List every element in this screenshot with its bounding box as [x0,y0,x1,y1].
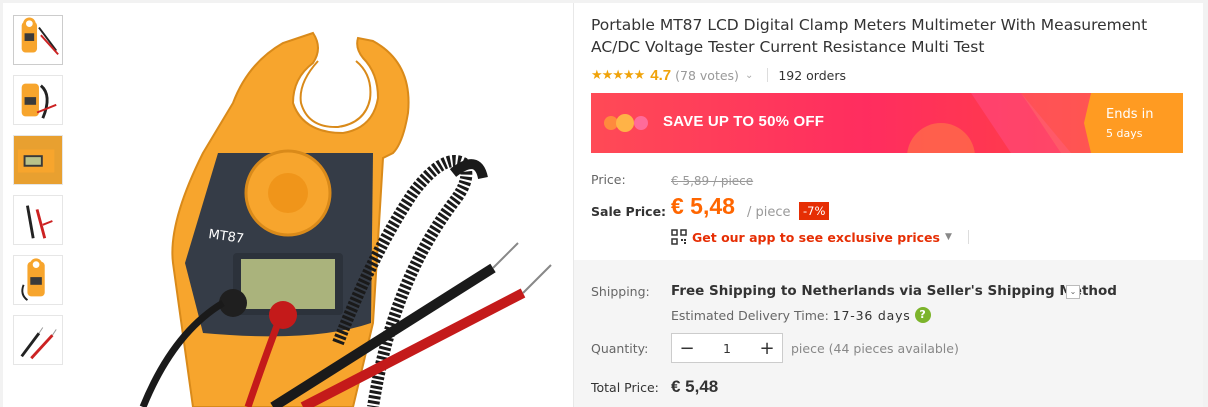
thumbnail-5[interactable] [13,255,63,305]
orders-count: 192 orders [778,67,847,83]
divider [967,230,969,244]
rating-value: 4.7 [650,66,672,84]
quantity-stepper: − 1 + [671,333,783,363]
votes-link[interactable]: (78 votes) [675,68,739,83]
per-piece-unit: / piece [747,205,791,220]
shipping-method[interactable]: Free Shipping to Netherlands via Seller'… [671,283,1117,299]
increase-button[interactable]: + [752,338,782,359]
delivery-days: 17-36 days [832,307,911,323]
divider [767,68,769,82]
countdown-panel [1084,93,1183,153]
promo-banner[interactable]: SAVE UP TO 50% OFF Ends in 5 days [591,93,1183,153]
sale-price: € 5,48 [671,193,735,219]
product-info: Portable MT87 LCD Digital Clamp Meters M… [574,3,1203,407]
shipping-label: Shipping: [591,284,650,299]
help-icon[interactable]: ? [914,307,931,323]
app-promo-row[interactable]: Get our app to see exclusive prices ▼ [671,229,969,245]
delivery-estimate-label: Estimated Delivery Time: [671,307,829,323]
availability-text: piece (44 pieces available) [791,341,959,356]
delivery-estimate: Estimated Delivery Time: 17-36 days ? [671,307,931,323]
sale-price-label: Sale Price: [591,204,667,219]
total-price-label: Total Price: [591,380,659,395]
thumbnail-1[interactable] [13,15,63,65]
thumbnail-4[interactable] [13,195,63,245]
quantity-label: Quantity: [591,341,649,356]
rating-row: ★★★★★ 4.7 (78 votes) ⌄ 192 orders [591,66,846,84]
decrease-button[interactable]: − [672,338,702,359]
thumbnail-6[interactable] [13,315,63,365]
caret-down-icon[interactable]: ▼ [945,232,952,242]
main-product-image[interactable]: MT87 [73,3,573,407]
product-page: MT87 Portable MT87 LCD Digital Clamp Met… [3,3,1203,407]
chevron-down-icon[interactable]: ⌄ [1066,285,1080,299]
quantity-input[interactable]: 1 [702,341,752,356]
chevron-down-icon[interactable]: ⌄ [745,70,753,81]
qr-code-icon [671,229,687,245]
price-label: Price: [591,172,626,187]
star-rating-icon: ★★★★★ [591,67,645,83]
total-price: € 5,48 [671,377,719,396]
get-app-link[interactable]: Get our app to see exclusive prices [692,230,940,245]
thumbnail-3[interactable] [13,135,63,185]
discount-badge: -7% [799,202,830,220]
original-price: € 5,89 / piece [671,174,754,188]
ends-in-days: 5 days [1106,127,1143,140]
banner-text: SAVE UP TO 50% OFF [663,113,825,130]
thumbnail-2[interactable] [13,75,63,125]
thumbnail-list [13,15,65,375]
ends-in-label: Ends in [1106,107,1154,122]
product-title: Portable MT87 LCD Digital Clamp Meters M… [591,16,1148,56]
